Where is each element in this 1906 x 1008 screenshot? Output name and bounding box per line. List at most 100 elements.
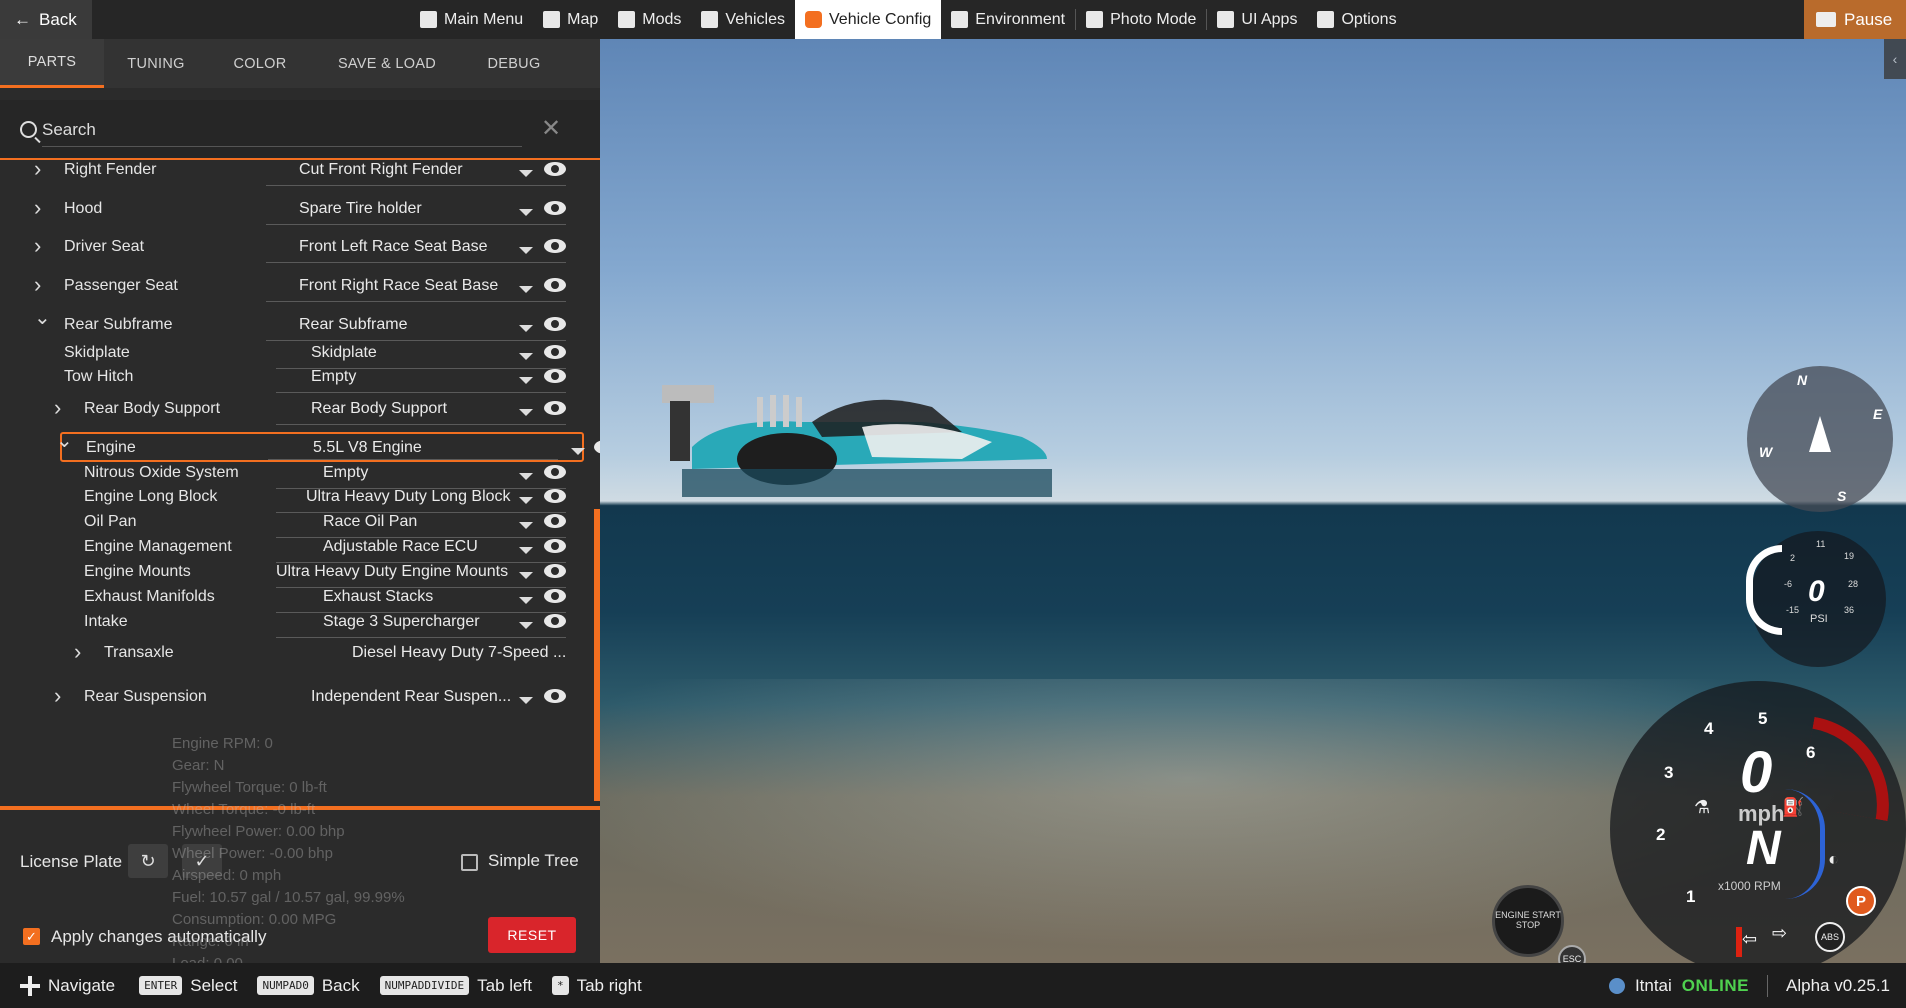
dropdown-arrow-icon[interactable] bbox=[519, 622, 533, 629]
dropdown-arrow-icon[interactable] bbox=[519, 170, 533, 177]
dropdown-arrow-icon[interactable] bbox=[519, 522, 533, 529]
visibility-eye-icon[interactable] bbox=[544, 539, 566, 553]
chevron-down-icon[interactable]: ⌄ bbox=[34, 305, 51, 330]
nav-vehicle-config[interactable]: Vehicle Config bbox=[795, 0, 942, 39]
part-row[interactable]: › Hood Spare Tire holder bbox=[0, 195, 590, 225]
part-row[interactable]: Intake Stage 3 Supercharger bbox=[0, 608, 590, 638]
apply-automatically-checkbox[interactable]: ✓ bbox=[23, 928, 40, 945]
tab-parts[interactable]: PARTS bbox=[0, 39, 104, 88]
nav-mods[interactable]: Mods bbox=[608, 0, 691, 39]
tab-tuning[interactable]: TUNING bbox=[104, 39, 208, 88]
search-input[interactable] bbox=[42, 116, 522, 144]
visibility-eye-icon[interactable] bbox=[544, 589, 566, 603]
visibility-eye-icon[interactable] bbox=[544, 239, 566, 253]
car-icon bbox=[701, 11, 719, 28]
nav-ui-apps[interactable]: UI Apps bbox=[1207, 0, 1307, 39]
dropdown-arrow-icon[interactable] bbox=[519, 247, 533, 254]
visibility-eye-icon[interactable] bbox=[544, 564, 566, 578]
simple-tree-checkbox[interactable] bbox=[461, 854, 478, 871]
part-row[interactable]: › Passenger Seat Front Right Race Seat Bas… bbox=[0, 272, 590, 302]
collapse-panel-button[interactable]: ‹ bbox=[1884, 39, 1906, 79]
game-viewport[interactable]: ‹ N E S W 2 -6 -15 11 19 28 36 0 PSI 1 2 bbox=[600, 39, 1906, 963]
chevron-right-icon[interactable]: › bbox=[74, 639, 81, 665]
chevron-right-icon[interactable]: › bbox=[34, 233, 41, 259]
part-select[interactable]: Race Oil Pan bbox=[323, 513, 417, 531]
part-select[interactable]: Skidplate bbox=[311, 344, 377, 362]
tab-color[interactable]: COLOR bbox=[208, 39, 312, 88]
part-select[interactable]: Diesel Heavy Duty 7-Speed ... bbox=[352, 644, 566, 662]
reset-button[interactable]: RESET bbox=[488, 917, 576, 953]
nav-vehicles[interactable]: Vehicles bbox=[691, 0, 795, 39]
dropdown-arrow-icon[interactable] bbox=[519, 353, 533, 360]
pause-button[interactable]: Pause bbox=[1804, 0, 1906, 39]
part-row[interactable]: › Rear Suspension Independent Rear Suspen.… bbox=[0, 683, 590, 713]
nav-options[interactable]: Options bbox=[1307, 0, 1406, 39]
dropdown-arrow-icon[interactable] bbox=[519, 497, 533, 504]
visibility-eye-icon[interactable] bbox=[544, 401, 566, 415]
visibility-eye-icon[interactable] bbox=[544, 689, 566, 703]
part-select[interactable]: Rear Subframe bbox=[299, 316, 408, 334]
dropdown-arrow-icon[interactable] bbox=[519, 325, 533, 332]
visibility-eye-icon[interactable] bbox=[544, 345, 566, 359]
dropdown-arrow-icon[interactable] bbox=[519, 572, 533, 579]
chevron-right-icon[interactable]: › bbox=[54, 395, 61, 421]
part-select[interactable]: Exhaust Stacks bbox=[323, 588, 433, 606]
engine-start-stop-button[interactable]: ENGINE START STOP bbox=[1492, 885, 1564, 957]
part-select[interactable]: Front Right Race Seat Base bbox=[299, 277, 498, 295]
part-select[interactable]: Front Left Race Seat Base bbox=[299, 238, 488, 256]
tab-save-load[interactable]: SAVE & LOAD bbox=[312, 39, 462, 88]
part-row[interactable]: › Rear Body Support Rear Body Support bbox=[0, 395, 590, 425]
nav-environment[interactable]: Environment bbox=[941, 0, 1075, 39]
chevron-right-icon[interactable]: › bbox=[34, 195, 41, 221]
dropdown-arrow-icon[interactable] bbox=[519, 547, 533, 554]
chevron-right-icon[interactable]: › bbox=[54, 683, 61, 709]
part-row[interactable]: ⌄ Rear Subframe Rear Subframe bbox=[0, 307, 590, 341]
part-select[interactable]: Ultra Heavy Duty Engine Mounts bbox=[276, 563, 508, 581]
boost-tick: 11 bbox=[1816, 539, 1826, 549]
part-select[interactable]: Adjustable Race ECU bbox=[323, 538, 478, 556]
part-row[interactable]: › Driver Seat Front Left Race Seat Base bbox=[0, 233, 590, 263]
part-row[interactable]: Tow Hitch Empty bbox=[0, 363, 590, 393]
back-button[interactable]: ← Back bbox=[0, 0, 92, 39]
dropdown-arrow-icon[interactable] bbox=[519, 209, 533, 216]
part-select[interactable]: Independent Rear Suspen... bbox=[311, 688, 511, 706]
visibility-eye-icon[interactable] bbox=[544, 614, 566, 628]
part-select[interactable]: Spare Tire holder bbox=[299, 200, 422, 218]
part-select[interactable]: Cut Front Right Fender bbox=[299, 162, 463, 179]
dropdown-arrow-icon[interactable] bbox=[519, 286, 533, 293]
dropdown-arrow-icon[interactable] bbox=[571, 448, 585, 455]
nav-map[interactable]: Map bbox=[533, 0, 608, 39]
part-select[interactable]: 5.5L V8 Engine bbox=[313, 439, 422, 457]
visibility-eye-icon[interactable] bbox=[544, 162, 566, 176]
part-select[interactable]: Ultra Heavy Duty Long Block bbox=[306, 488, 511, 506]
clear-search-icon[interactable]: ✕ bbox=[541, 114, 561, 143]
part-select[interactable]: Stage 3 Supercharger bbox=[323, 613, 480, 631]
part-row[interactable]: › Transaxle Diesel Heavy Duty 7-Speed ... bbox=[0, 639, 590, 669]
part-select[interactable]: Empty bbox=[311, 368, 356, 386]
dropdown-arrow-icon[interactable] bbox=[519, 697, 533, 704]
part-select[interactable]: Empty bbox=[323, 464, 368, 482]
visibility-eye-icon[interactable] bbox=[544, 369, 566, 383]
part-label: Exhaust Manifolds bbox=[84, 588, 215, 605]
visibility-eye-icon[interactable] bbox=[544, 514, 566, 528]
chevron-right-icon[interactable]: › bbox=[34, 162, 41, 182]
dropdown-arrow-icon[interactable] bbox=[519, 377, 533, 384]
dropdown-arrow-icon[interactable] bbox=[519, 597, 533, 604]
visibility-eye-icon[interactable] bbox=[544, 317, 566, 331]
chevron-down-icon[interactable]: ⌄ bbox=[56, 428, 73, 453]
chevron-right-icon[interactable]: › bbox=[34, 272, 41, 298]
visibility-eye-icon[interactable] bbox=[544, 465, 566, 479]
tab-debug[interactable]: DEBUG bbox=[462, 39, 566, 88]
visibility-eye-icon[interactable] bbox=[544, 201, 566, 215]
visibility-eye-icon[interactable] bbox=[544, 278, 566, 292]
part-row[interactable]: › Right Fender Cut Front Right Fender bbox=[0, 162, 590, 186]
nav-photo-mode[interactable]: Photo Mode bbox=[1076, 0, 1206, 39]
part-select[interactable]: Rear Body Support bbox=[311, 400, 447, 418]
parts-list[interactable]: › Right Fender Cut Front Right Fender › Hood… bbox=[0, 162, 600, 804]
dropdown-arrow-icon[interactable] bbox=[519, 473, 533, 480]
part-row[interactable]: ⌄ Engine 5.5L V8 Engine bbox=[56, 430, 600, 462]
dropdown-arrow-icon[interactable] bbox=[519, 409, 533, 416]
randomize-plate-button[interactable]: ↻ bbox=[128, 844, 168, 878]
nav-main-menu[interactable]: Main Menu bbox=[410, 0, 533, 39]
visibility-eye-icon[interactable] bbox=[544, 489, 566, 503]
